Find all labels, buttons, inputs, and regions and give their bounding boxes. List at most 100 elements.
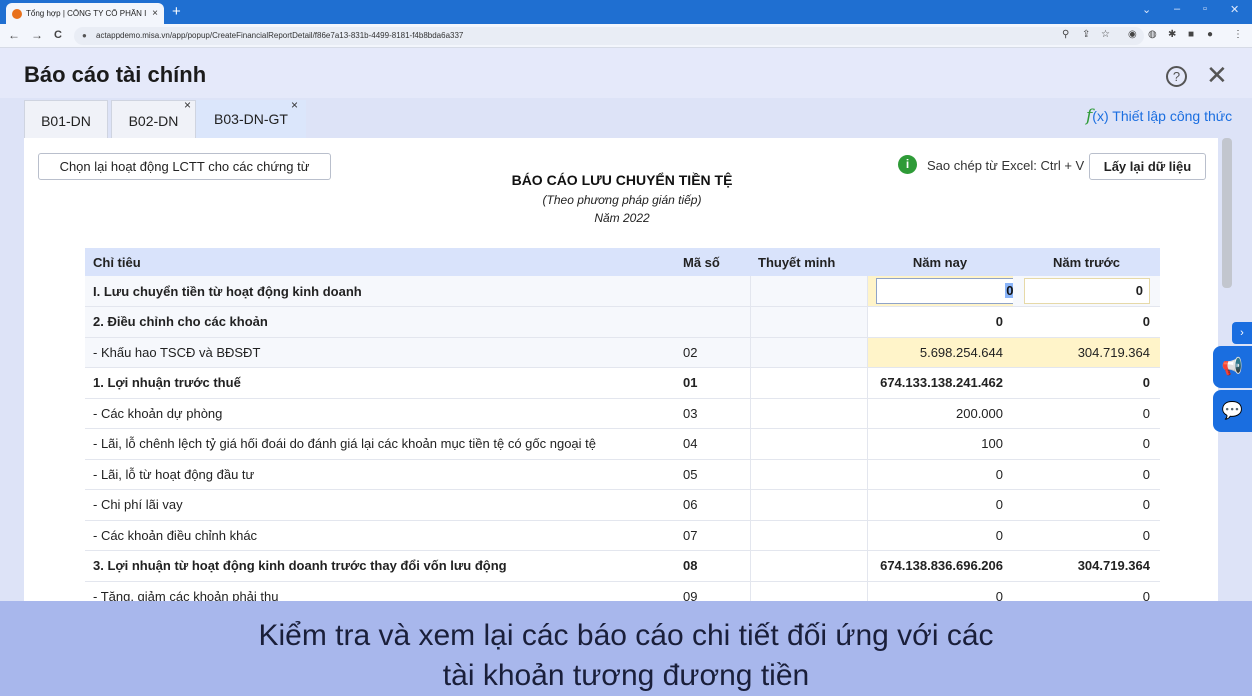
this-year-cell[interactable]: 0 xyxy=(867,276,1013,307)
row-code xyxy=(675,306,750,338)
table-row[interactable]: 3. Lợi nhuận từ hoạt động kinh doanh trư… xyxy=(85,550,1160,582)
row-label: - Chi phí lãi vay xyxy=(85,489,675,521)
this-year-cell[interactable]: 0 xyxy=(867,306,1013,338)
last-year-cell[interactable]: 304.719.364 xyxy=(1013,550,1160,582)
browser-tab-close-icon[interactable]: × xyxy=(152,8,158,19)
vertical-scrollbar[interactable] xyxy=(1222,138,1232,288)
table-row[interactable]: - Lãi, lỗ chênh lệch tỷ giá hối đoái do … xyxy=(85,428,1160,460)
page-title: Báo cáo tài chính xyxy=(24,62,207,87)
row-label: - Lãi, lỗ từ hoạt động đầu tư xyxy=(85,459,675,490)
rechoose-activities-button[interactable]: Chọn lại hoạt động LCTT cho các chứng từ xyxy=(38,153,331,180)
this-year-cell[interactable]: 0 xyxy=(867,459,1013,490)
row-note[interactable] xyxy=(749,276,868,307)
column-header: Mã số xyxy=(675,248,750,276)
minimize-button[interactable]: – xyxy=(1174,3,1180,15)
extension-icon[interactable]: ◉ xyxy=(1128,29,1137,40)
row-label: 3. Lợi nhuận từ hoạt động kinh doanh trư… xyxy=(85,550,675,582)
zoom-icon[interactable]: ⚲ xyxy=(1062,29,1069,40)
share-icon[interactable]: ⇪ xyxy=(1082,29,1090,40)
last-year-cell[interactable]: 0 xyxy=(1013,398,1160,429)
tab-close-icon[interactable]: × xyxy=(291,98,298,112)
chat-support-button[interactable]: 💬 xyxy=(1213,390,1252,432)
report-subtitle: (Theo phương pháp gián tiếp) xyxy=(542,193,702,207)
this-year-cell[interactable]: 0 xyxy=(867,520,1013,551)
tab-b01-dn[interactable]: B01-DN xyxy=(24,100,108,138)
row-label: 1. Lợi nhuận trước thuế xyxy=(85,367,675,399)
last-year-cell[interactable]: 304.719.364 xyxy=(1013,337,1160,368)
table-row[interactable]: - Các khoản dự phòng 03 200.000 0 xyxy=(85,398,1160,429)
extensions-puzzle-icon[interactable]: ✱ xyxy=(1168,29,1176,40)
selected-value: 0 xyxy=(1005,283,1013,298)
last-year-edit-input[interactable]: 0 xyxy=(1024,278,1150,304)
row-note[interactable] xyxy=(749,367,868,399)
this-year-cell[interactable]: 200.000 xyxy=(867,398,1013,429)
url-field[interactable]: ● actappdemo.misa.vn/app/popup/CreateFin… xyxy=(74,27,1144,45)
bookmark-star-icon[interactable]: ☆ xyxy=(1101,29,1110,40)
cash-flow-table: Chỉ tiêu Mã số Thuyết minh Năm nay Năm t… xyxy=(85,248,1160,612)
table-row[interactable]: - Chi phí lãi vay 06 0 0 xyxy=(85,489,1160,521)
reload-data-button[interactable]: Lấy lại dữ liệu xyxy=(1089,153,1206,180)
column-header: Thuyết minh xyxy=(750,248,867,276)
profile-avatar-icon[interactable]: ● xyxy=(1207,29,1213,40)
megaphone-icon: 📢 xyxy=(1221,357,1244,376)
table-row[interactable]: - Khấu hao TSCĐ và BĐSĐT 02 5.698.254.64… xyxy=(85,337,1160,368)
reload-button[interactable]: C xyxy=(54,29,62,41)
sidepanel-icon[interactable]: ■ xyxy=(1188,29,1194,40)
tab-search-chevron-icon[interactable]: ⌄ xyxy=(1142,3,1151,16)
close-dialog-button[interactable]: ✕ xyxy=(1206,62,1228,88)
row-note[interactable] xyxy=(749,428,868,460)
formula-setup-link[interactable]: f(x) Thiết lập công thức xyxy=(1086,106,1232,126)
table-row[interactable]: I. Lưu chuyển tiền từ hoạt động kinh doa… xyxy=(85,276,1160,307)
browser-tab[interactable]: Tổng hợp | CÔNG TY CỔ PHẦN I × xyxy=(6,3,164,24)
table-row[interactable]: 1. Lợi nhuận trước thuế 01 674.133.138.2… xyxy=(85,367,1160,399)
row-code: 01 xyxy=(675,367,750,399)
row-note[interactable] xyxy=(749,306,868,338)
table-row[interactable]: - Các khoản điều chỉnh khác 07 0 0 xyxy=(85,520,1160,551)
this-year-cell[interactable]: 5.698.254.644 xyxy=(867,337,1013,368)
this-year-cell[interactable]: 674.133.138.241.462 xyxy=(867,367,1013,399)
this-year-cell[interactable]: 674.138.836.696.206 xyxy=(867,550,1013,582)
last-year-cell[interactable]: 0 xyxy=(1013,306,1160,338)
this-year-cell[interactable]: 0 xyxy=(867,489,1013,521)
back-button[interactable]: ← xyxy=(8,28,20,42)
last-year-cell[interactable]: 0 xyxy=(1013,428,1160,460)
side-expand-arrow-icon[interactable]: › xyxy=(1232,322,1252,344)
new-tab-button[interactable]: + xyxy=(172,3,181,20)
tab-close-icon[interactable]: × xyxy=(184,98,191,112)
row-code: 03 xyxy=(675,398,750,429)
row-note[interactable] xyxy=(749,337,868,368)
table-row[interactable]: - Lãi, lỗ từ hoạt động đầu tư 05 0 0 xyxy=(85,459,1160,490)
tab-label: B01-DN xyxy=(41,113,91,129)
column-header: Năm nay xyxy=(867,248,1013,276)
last-year-cell[interactable]: 0 xyxy=(1013,276,1160,307)
table-row[interactable]: 2. Điều chỉnh cho các khoản 0 0 xyxy=(85,306,1160,338)
last-year-cell[interactable]: 0 xyxy=(1013,459,1160,490)
browser-menu-icon[interactable]: ⋮ xyxy=(1233,29,1243,40)
this-year-edit-input[interactable]: 0 xyxy=(875,278,1013,304)
window-close-button[interactable]: ✕ xyxy=(1230,3,1239,16)
maximize-button[interactable]: ▫ xyxy=(1203,3,1207,15)
row-label: - Các khoản điều chỉnh khác xyxy=(85,520,675,551)
extension-icon[interactable]: ◍ xyxy=(1148,29,1157,40)
tab-label: B03-DN-GT xyxy=(214,111,288,127)
row-note[interactable] xyxy=(749,489,868,521)
last-year-cell[interactable]: 0 xyxy=(1013,367,1160,399)
last-year-cell[interactable]: 0 xyxy=(1013,489,1160,521)
row-note[interactable] xyxy=(749,520,868,551)
announcement-button[interactable]: 📢 xyxy=(1213,346,1252,388)
row-label: I. Lưu chuyển tiền từ hoạt động kinh doa… xyxy=(85,276,675,307)
chat-icon: 💬 xyxy=(1221,401,1244,420)
forward-button[interactable]: → xyxy=(31,28,43,42)
row-note[interactable] xyxy=(749,550,868,582)
last-year-cell[interactable]: 0 xyxy=(1013,520,1160,551)
tab-b02-dn[interactable]: B02-DN × xyxy=(111,98,196,138)
tab-label: B02-DN xyxy=(128,113,179,129)
report-year: Năm 2022 xyxy=(594,211,650,225)
row-note[interactable] xyxy=(749,459,868,490)
this-year-cell[interactable]: 100 xyxy=(867,428,1013,460)
tab-b03-dn-gt[interactable]: B03-DN-GT × xyxy=(196,98,306,138)
row-note[interactable] xyxy=(749,398,868,429)
help-button[interactable]: ? xyxy=(1166,66,1187,87)
info-icon: i xyxy=(898,155,917,174)
caption-line-2: tài khoản tương đương tiền xyxy=(442,659,810,692)
